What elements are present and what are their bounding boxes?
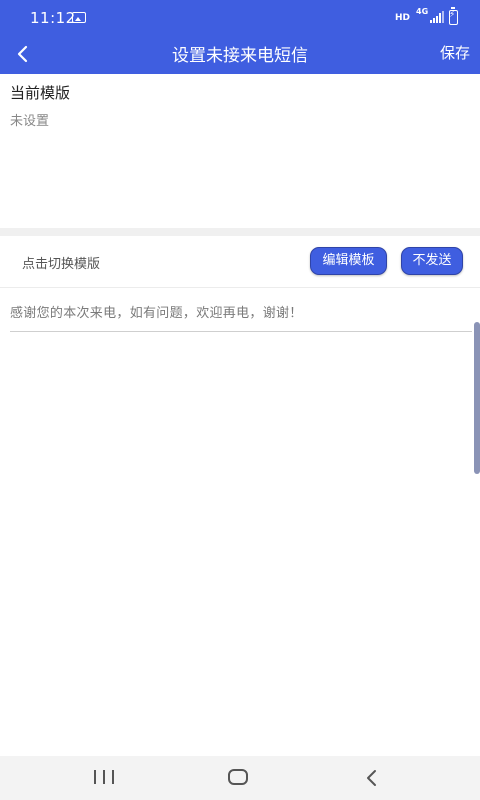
- network-type-indicator: 4G: [416, 7, 429, 16]
- section-divider: [0, 228, 480, 236]
- battery-charging-icon: [449, 7, 458, 25]
- edit-template-button[interactable]: 编辑模板: [310, 247, 387, 275]
- status-bar: 11:12 HD 4G: [0, 0, 480, 36]
- page-title: 设置未接来电短信: [172, 46, 308, 66]
- switch-template-row: 点击切换模版 编辑模板 不发送: [0, 236, 480, 288]
- recents-icon-bar: [103, 770, 105, 784]
- status-time: 11:12: [30, 9, 76, 27]
- back-button[interactable]: [4, 36, 40, 72]
- recents-icon-bar: [94, 770, 96, 784]
- recents-icon-bar: [112, 770, 114, 784]
- nav-back-icon[interactable]: [362, 768, 382, 788]
- message-input[interactable]: 感谢您的本次来电，如有问题，欢迎再电，谢谢！: [10, 296, 472, 332]
- system-navigation-bar: [0, 756, 480, 800]
- switch-template-link[interactable]: 点击切换模版: [22, 253, 100, 272]
- scrollbar-thumb[interactable]: [474, 322, 480, 474]
- no-send-button[interactable]: 不发送: [401, 247, 463, 275]
- chevron-left-icon: [17, 45, 28, 63]
- gallery-notification-icon: [72, 12, 86, 23]
- recents-button[interactable]: [94, 770, 114, 786]
- current-template-label: 当前模版: [10, 84, 71, 102]
- current-template-section: 当前模版 未设置: [0, 74, 480, 228]
- home-button[interactable]: [228, 769, 248, 785]
- hd-voice-indicator: HD: [395, 13, 411, 23]
- save-button[interactable]: 保存: [440, 42, 470, 63]
- app-bar: 设置未接来电短信 保存: [0, 36, 480, 74]
- current-template-value: 未设置: [10, 114, 50, 129]
- signal-strength-icon: [430, 11, 444, 23]
